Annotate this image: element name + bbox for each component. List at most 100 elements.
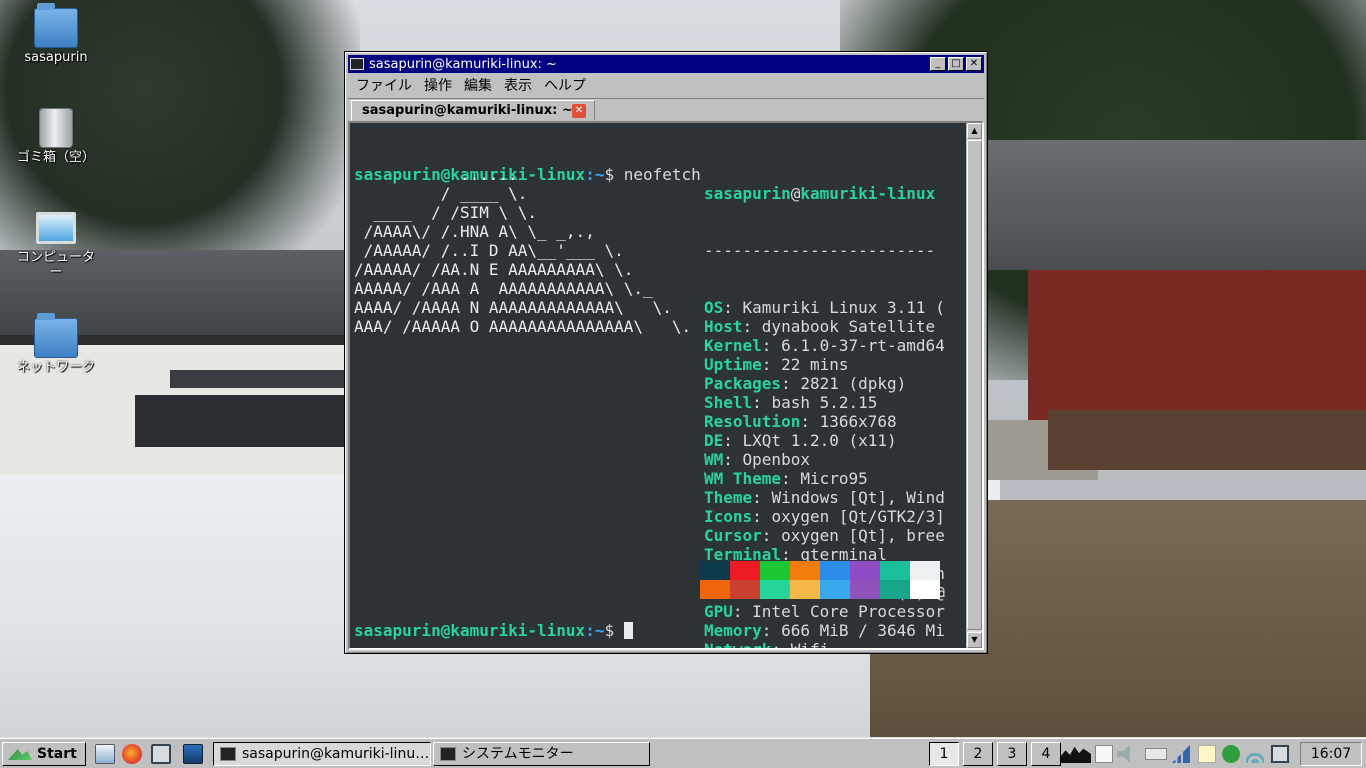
info-row: Resolution: 1366x768 [704,412,897,431]
close-button[interactable]: ✕ [966,57,982,71]
menu-edit[interactable]: 編集 [460,75,496,95]
info-row: Host: dynabook Satellite [704,317,936,336]
screen-icon[interactable] [1271,745,1289,763]
menu-actions[interactable]: 操作 [420,75,456,95]
display-icon[interactable] [151,744,171,764]
task-button-terminal[interactable]: sasapurin@kamuriki-linu… [213,742,431,766]
palette-swatch [880,580,910,599]
info-separator: ------------------------ [704,241,936,260]
desktop-icon-label: sasapurin [24,50,88,65]
info-value: Windows [Qt], Wind [771,488,945,507]
palette-swatch [880,561,910,580]
start-logo-icon [8,749,32,760]
info-value: Micro95 [800,469,868,488]
palette-swatch [730,580,760,599]
clock[interactable]: 16:07 [1300,742,1362,766]
desktop-icon-label: コンピューター [16,250,95,280]
tab-close-icon[interactable]: ✕ [572,104,586,118]
workspace-1[interactable]: 1 [929,742,959,766]
menu-file[interactable]: ファイル [352,75,416,95]
computer-icon [36,212,76,244]
palette-swatch [850,561,880,580]
notes-icon[interactable] [1198,745,1216,763]
terminal-app-icon [350,58,364,70]
window-titlebar[interactable]: sasapurin@kamuriki-linux: ~ _ □ ✕ [348,55,984,73]
maximize-button[interactable]: □ [948,57,964,71]
color-palette [700,561,940,599]
workspace-2[interactable]: 2 [963,742,993,766]
menu-view[interactable]: 表示 [500,75,536,95]
prompt-path: :~ [585,621,605,640]
vertical-scrollbar[interactable]: ▲ ▼ [966,123,982,648]
volume-icon[interactable] [1117,745,1130,763]
info-value: 666 MiB / 3646 Mi [781,621,945,640]
info-key: Shell [704,393,753,412]
terminal-tab[interactable]: sasapurin@kamuriki-linux: ~ ✕ [351,100,595,121]
desktop-icon-trash[interactable]: ゴミ箱（空） [1,108,111,165]
info-key: Packages [704,374,782,393]
info-host: kamuriki-linux [800,184,936,203]
palette-swatch [910,561,940,580]
task-label: システムモニター [462,746,574,762]
logo-line: /AAAA\/ /.HNA A\ \_ _,., [354,222,595,241]
logo-line: ...... [354,165,518,184]
info-value: 6.1.0-37-rt-amd64 [781,336,945,355]
info-value: 22 mins [781,355,849,374]
logo-line: ____ / /SIM \ \. [354,203,538,222]
logo-line: AAA/ /AAAAA O AAAAAAAAAAAAAAA\ \. [354,317,692,336]
desktop-icon-network[interactable]: ネットワーク [1,313,111,375]
info-key: Kernel [704,336,762,355]
info-row: Memory: 666 MiB / 3646 Mi [704,621,945,640]
info-key: DE [704,431,724,450]
info-key: OS [704,298,724,317]
desktop-icon-computer[interactable]: コンピューター [1,212,111,280]
neofetch-logo: ...... / ____ \. ____ / /SIM \ \. /AAAA\… [354,165,691,336]
info-value: Intel Core Processor [752,602,945,621]
scroll-down-icon[interactable]: ▼ [967,632,982,648]
scroll-thumb[interactable] [967,140,982,630]
scroll-up-icon[interactable]: ▲ [967,123,982,139]
network-signal-icon[interactable] [1172,745,1190,763]
menu-help[interactable]: ヘルプ [540,75,590,95]
workspace-4[interactable]: 4 [1031,742,1061,766]
minimize-button[interactable]: _ [930,57,946,71]
update-icon[interactable] [1222,745,1240,763]
clipboard-icon[interactable] [1095,745,1113,763]
cpu-graph-icon[interactable] [1061,746,1091,763]
desktop-icon-label: ネットワーク [16,360,95,375]
system-monitor-task-icon [440,747,456,761]
start-button[interactable]: Start [2,742,86,766]
palette-swatch [790,580,820,599]
palette-swatch [700,580,730,599]
window-title: sasapurin@kamuriki-linux: ~ [369,56,557,72]
file-manager-icon[interactable] [95,744,115,764]
tab-bar: sasapurin@kamuriki-linux: ~ ✕ [348,98,984,121]
start-label: Start [37,746,77,762]
info-key: Uptime [704,355,762,374]
logo-line: / ____ \. [354,184,528,203]
keyboard-icon[interactable] [1145,748,1167,760]
terminal-launcher-icon[interactable] [183,744,203,764]
info-row: Shell: bash 5.2.15 [704,393,878,412]
info-row: Network: Wifi [704,640,954,648]
logo-line: /AAAAA/ /..I D AA\__'___ \. [354,241,624,260]
info-row: Packages: 2821 (dpkg) [704,374,907,393]
task-button-system-monitor[interactable]: システムモニター [433,742,650,766]
workspace-3[interactable]: 3 [997,742,1027,766]
desktop-icon-label: ゴミ箱（空） [16,150,95,165]
info-value: dynabook Satellite [761,317,936,336]
logo-line: AAAA/ /AAAA N AAAAAAAAAAAAA\ \. [354,298,672,317]
task-label: sasapurin@kamuriki-linu… [242,746,430,762]
info-row: WM Theme: Micro95 [704,469,868,488]
wifi-icon[interactable] [1246,745,1264,763]
info-value: 2821 (dpkg) [800,374,907,393]
desktop-icon-home[interactable]: sasapurin [1,3,111,65]
logo-line: /AAAAA/ /AA.N E AAAAAAAAA\ \. [354,260,634,279]
info-key: Icons [704,507,753,526]
info-value: bash 5.2.15 [771,393,878,412]
text-cursor [623,622,633,639]
taskbar: Start sasapurin@kamuriki-linu… システムモニター … [0,738,1366,768]
terminal-view[interactable]: sasapurin@kamuriki-linux:~$ neofetch ...… [348,121,984,650]
info-key: Resolution [704,412,801,431]
firefox-icon[interactable] [122,744,142,764]
